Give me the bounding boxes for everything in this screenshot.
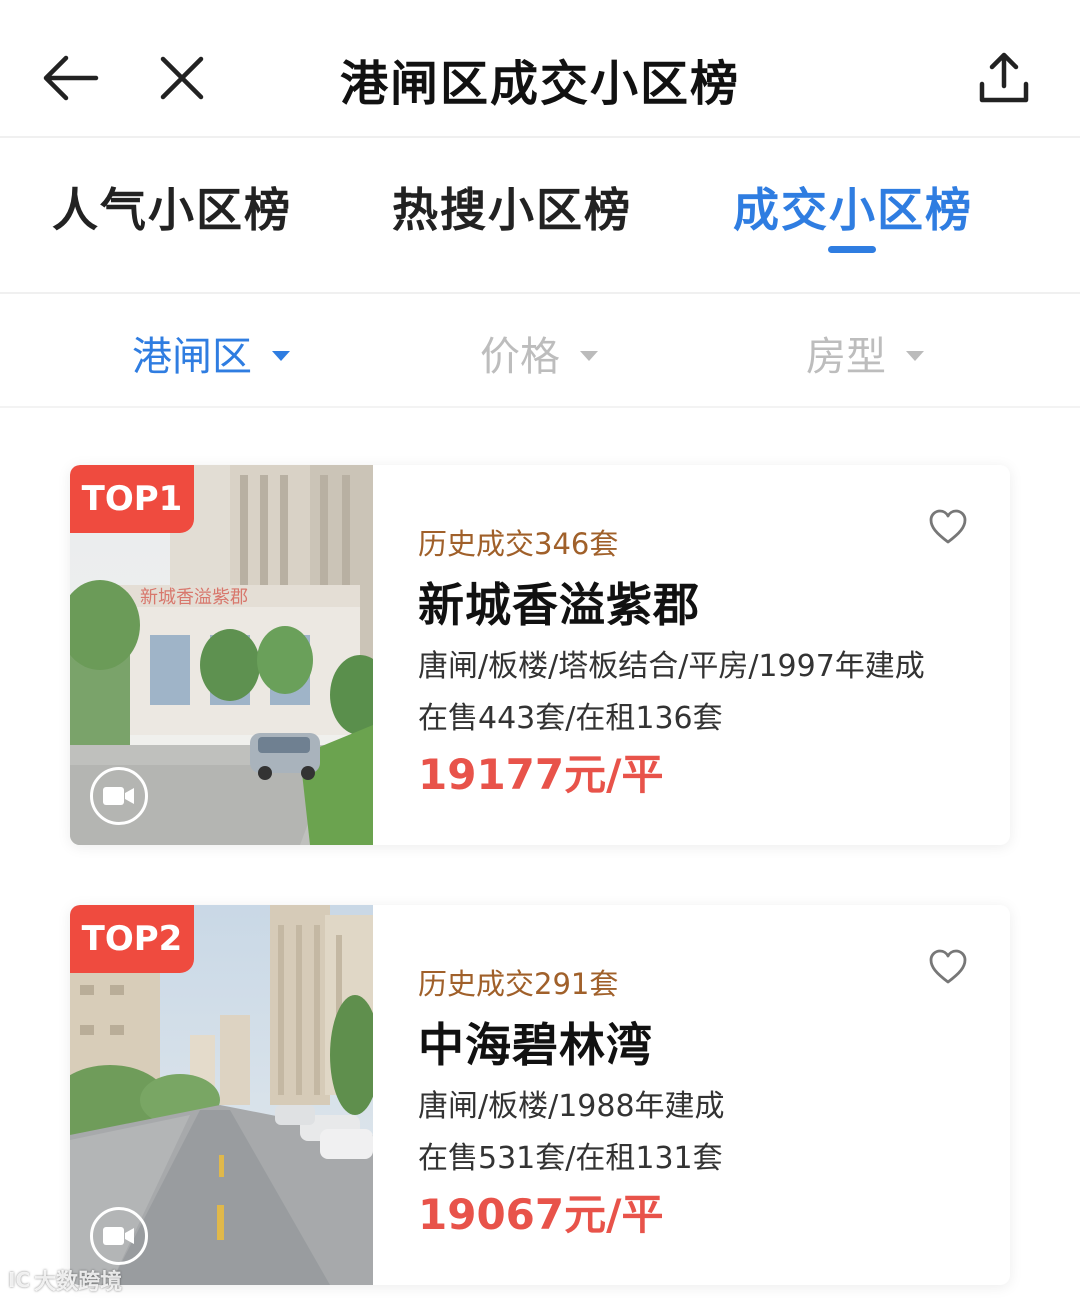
page-title: 港闸区成交小区榜 (339, 56, 740, 112)
watermark-logo: IC (8, 1268, 31, 1292)
video-camera-icon (103, 1227, 134, 1245)
caret-down-icon (580, 351, 598, 361)
tab-hot-search[interactable]: 热搜小区榜 (392, 174, 632, 240)
heart-icon (929, 509, 967, 544)
filter-bar: 港闸区 价格 房型 (0, 296, 1080, 408)
rank-badge: TOP1 (70, 465, 194, 533)
listing-stock: 在售443套/在租136套 (418, 701, 723, 736)
filter-layout-label: 房型 (806, 334, 886, 380)
caret-down-icon (906, 351, 924, 361)
video-button[interactable] (90, 1207, 148, 1265)
rank-badge: TOP2 (70, 905, 194, 973)
historical-deals: 历史成交291套 (418, 967, 619, 1001)
filter-district-label: 港闸区 (132, 334, 252, 380)
caret-down-icon (272, 351, 290, 361)
svg-text:新城香溢紫郡: 新城香溢紫郡 (140, 587, 248, 608)
community-name: 新城香溢紫郡 (418, 578, 700, 632)
back-button[interactable] (30, 38, 110, 118)
favorite-button[interactable] (928, 947, 968, 987)
active-tab-indicator (828, 246, 876, 253)
video-camera-icon (103, 787, 134, 805)
watermark-text: 大数跨境 (34, 1270, 123, 1295)
unit-price: 19177元/平 (418, 750, 664, 799)
community-name: 中海碧林湾 (418, 1018, 653, 1072)
community-attributes: 唐闸/板楼/塔板结合/平房/1997年建成 (418, 649, 925, 684)
share-upload-icon (979, 52, 1029, 103)
heart-icon (929, 949, 967, 984)
filter-price[interactable]: 价格 (480, 324, 598, 382)
filter-price-label: 价格 (480, 334, 560, 380)
back-arrow-icon (43, 55, 99, 101)
listing-stock: 在售531套/在租131套 (418, 1141, 723, 1176)
tab-popular[interactable]: 人气小区榜 (52, 174, 292, 240)
share-button[interactable] (964, 38, 1044, 118)
community-attributes: 唐闸/板楼/1988年建成 (418, 1089, 725, 1124)
listing-card[interactable]: TOP2 历史成交291套 中海碧林湾 唐闸/板楼/1988年建成 在售531套… (70, 905, 1010, 1285)
historical-deals: 历史成交346套 (418, 527, 619, 561)
filter-layout[interactable]: 房型 (806, 324, 924, 382)
community-photo: 新城香溢紫郡 TOP1 (70, 465, 373, 845)
tab-transactions[interactable]: 成交小区榜 (733, 174, 973, 240)
unit-price: 19067元/平 (418, 1190, 664, 1239)
app-header: 港闸区成交小区榜 (0, 0, 1080, 138)
close-button[interactable] (142, 38, 222, 118)
filter-district[interactable]: 港闸区 (132, 324, 290, 382)
ranking-tabs: 人气小区榜 热搜小区榜 成交小区榜 (0, 140, 1080, 294)
close-icon (160, 56, 204, 100)
favorite-button[interactable] (928, 507, 968, 547)
watermark: IC 大数跨境 (8, 1264, 122, 1296)
video-button[interactable] (90, 767, 148, 825)
listing-card[interactable]: 新城香溢紫郡 TOP1 历史成交346套 新城香溢紫郡 唐闸/板楼/塔板结合/平… (70, 465, 1010, 845)
community-photo: TOP2 (70, 905, 373, 1285)
